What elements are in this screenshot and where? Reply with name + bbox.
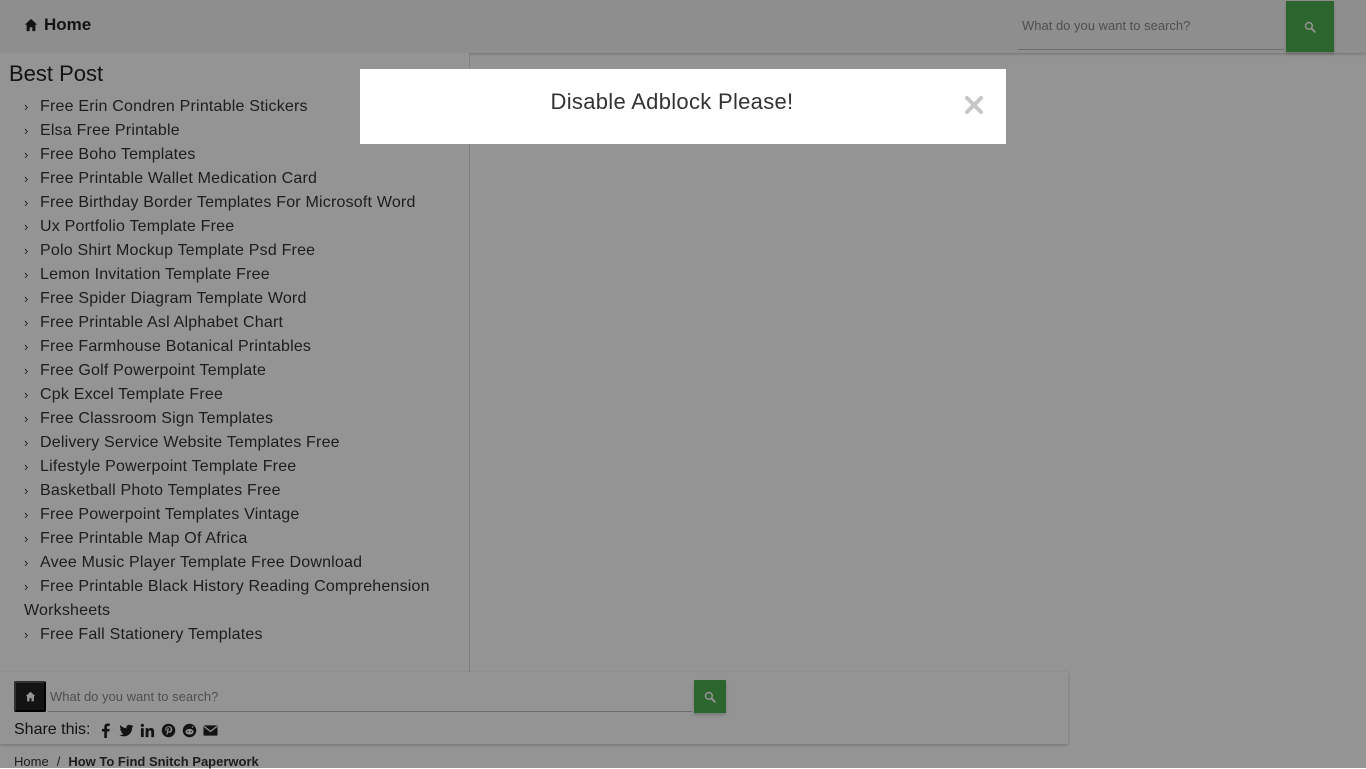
- modal-title: Disable Adblock Please!: [550, 89, 794, 114]
- close-icon: [965, 96, 983, 114]
- adblock-modal: Disable Adblock Please!: [360, 69, 1006, 144]
- close-button[interactable]: [962, 93, 986, 117]
